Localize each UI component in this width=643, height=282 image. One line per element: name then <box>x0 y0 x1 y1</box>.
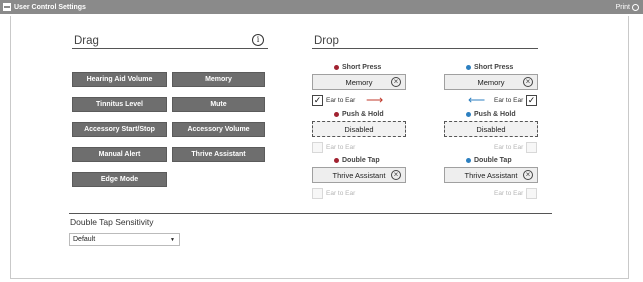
page-title: User Control Settings <box>14 3 86 11</box>
right-side-dot <box>466 112 471 117</box>
drag-button-hearing-aid-volume[interactable]: Hearing Aid Volume <box>72 72 167 87</box>
left-push-hold-slot[interactable]: Disabled <box>312 121 406 137</box>
right-short-press-label: Short Press <box>466 64 513 71</box>
clear-icon[interactable]: × <box>523 170 533 180</box>
drag-button-manual-alert[interactable]: Manual Alert <box>72 147 167 162</box>
left-double-tap-slot[interactable]: Thrive Assistant × <box>312 167 406 183</box>
right-double-tap-ear-to-ear-checkbox <box>526 188 537 199</box>
right-side-dot <box>466 158 471 163</box>
left-short-press-ear-to-ear-checkbox[interactable]: ✓ <box>312 95 323 106</box>
info-icon[interactable]: i <box>252 34 264 46</box>
left-push-hold-label: Push & Hold <box>334 111 384 118</box>
right-push-hold-slot[interactable]: Disabled <box>444 121 538 137</box>
right-push-hold-ear-to-ear-label: Ear to Ear <box>494 144 524 151</box>
clear-icon[interactable]: × <box>391 170 401 180</box>
left-side-dot <box>334 112 339 117</box>
drag-button-thrive-assistant[interactable]: Thrive Assistant <box>172 147 265 162</box>
right-push-hold-ear-to-ear-checkbox <box>526 142 537 153</box>
left-side-dot <box>334 158 339 163</box>
right-double-tap-slot[interactable]: Thrive Assistant × <box>444 167 538 183</box>
arrow-right-icon: ⟶ <box>366 93 384 107</box>
left-double-tap-ear-to-ear-checkbox <box>312 188 323 199</box>
drag-button-memory[interactable]: Memory <box>172 72 265 87</box>
left-double-tap-label: Double Tap <box>334 157 380 164</box>
header-bar: User Control Settings Print <box>0 0 643 14</box>
left-double-tap-ear-to-ear-label: Ear to Ear <box>326 190 356 197</box>
drag-button-accessory-start-stop[interactable]: Accessory Start/Stop <box>72 122 167 137</box>
right-short-press-slot[interactable]: Memory × <box>444 74 538 90</box>
drag-heading: Drag <box>74 35 99 47</box>
left-short-press-ear-to-ear-label: Ear to Ear <box>326 97 356 104</box>
left-short-press-label: Short Press <box>334 64 381 71</box>
select-value: Default <box>73 236 96 243</box>
double-tap-sensitivity-label: Double Tap Sensitivity <box>70 217 154 227</box>
collapse-icon[interactable] <box>3 3 11 11</box>
section-divider <box>69 213 552 214</box>
drag-heading-rule <box>72 48 268 49</box>
right-push-hold-label: Push & Hold <box>466 111 516 118</box>
drag-button-edge-mode[interactable]: Edge Mode <box>72 172 167 187</box>
print-link[interactable]: Print <box>616 3 639 11</box>
chevron-down-icon: ▼ <box>170 236 175 243</box>
left-short-press-slot[interactable]: Memory × <box>312 74 406 90</box>
clear-icon[interactable]: × <box>391 77 401 87</box>
drop-heading-rule <box>312 48 538 49</box>
left-side-dot <box>334 65 339 70</box>
drop-heading: Drop <box>314 35 339 47</box>
print-icon[interactable] <box>632 3 639 11</box>
print-label[interactable]: Print <box>616 4 630 11</box>
right-double-tap-label: Double Tap <box>466 157 512 164</box>
clear-icon[interactable]: × <box>523 77 533 87</box>
right-side-dot <box>466 65 471 70</box>
drag-button-mute[interactable]: Mute <box>172 97 265 112</box>
header-left: User Control Settings <box>3 3 86 11</box>
double-tap-sensitivity-select[interactable]: Default ▼ <box>69 233 180 246</box>
drag-button-accessory-volume[interactable]: Accessory Volume <box>172 122 265 137</box>
right-double-tap-ear-to-ear-label: Ear to Ear <box>494 190 524 197</box>
arrow-left-icon: ⟵ <box>468 93 486 107</box>
right-short-press-ear-to-ear-checkbox[interactable]: ✓ <box>526 95 537 106</box>
drag-button-tinnitus-level[interactable]: Tinnitus Level <box>72 97 167 112</box>
left-push-hold-ear-to-ear-label: Ear to Ear <box>326 144 356 151</box>
right-short-press-ear-to-ear-label: Ear to Ear <box>494 97 524 104</box>
left-push-hold-ear-to-ear-checkbox <box>312 142 323 153</box>
